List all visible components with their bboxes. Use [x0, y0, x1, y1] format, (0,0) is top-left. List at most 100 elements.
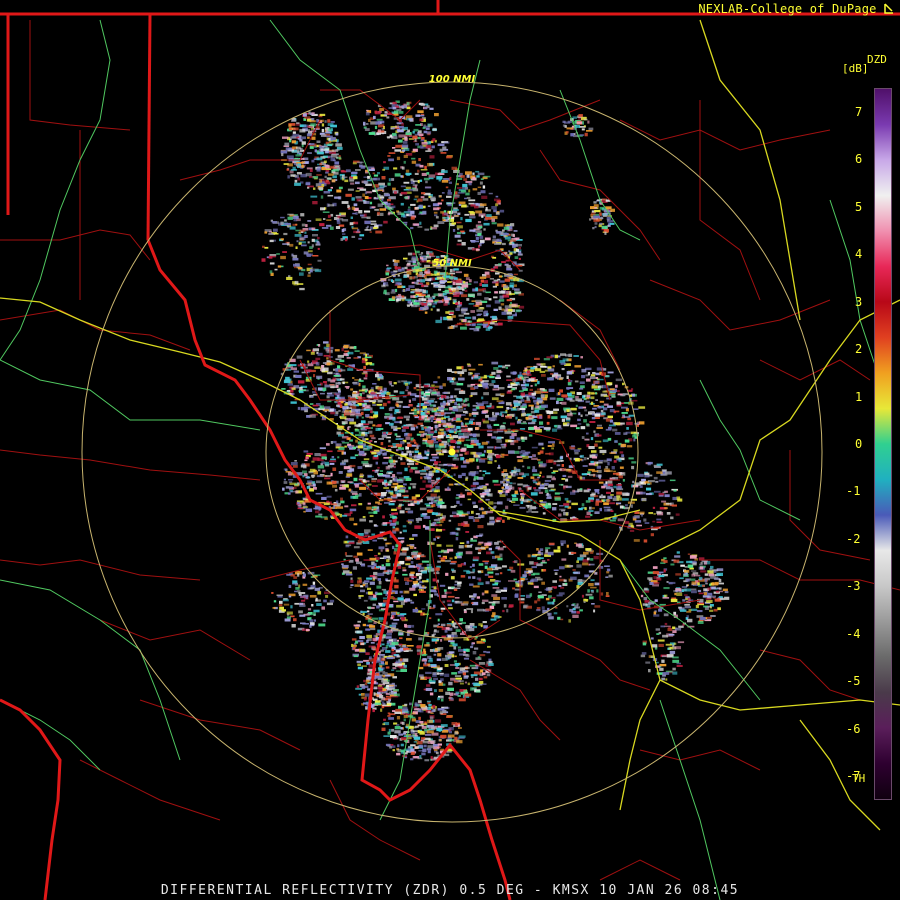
- echo-pixel: [614, 455, 620, 459]
- echo-pixel: [355, 169, 361, 171]
- echo-pixel: [677, 498, 683, 502]
- echo-pixel: [620, 443, 627, 448]
- echo-pixel: [420, 139, 425, 142]
- echo-pixel: [574, 452, 579, 455]
- echo-pixel: [458, 545, 464, 549]
- echo-pixel: [401, 166, 405, 170]
- echo-pixel: [454, 234, 461, 238]
- echo-pixel: [479, 243, 482, 247]
- echo-pixel: [378, 581, 382, 585]
- echo-pixel: [529, 506, 536, 510]
- echo-pixel: [283, 468, 287, 471]
- echo-pixel: [412, 534, 418, 537]
- echo-pixel: [484, 546, 489, 549]
- echo-pixel: [283, 478, 286, 481]
- echo-pixel: [593, 215, 601, 219]
- radar-map[interactable]: 50 NMI 100 NMI: [0, 0, 900, 900]
- echo-pixel: [376, 506, 380, 510]
- echo-pixel: [451, 568, 455, 571]
- echo-pixel: [600, 592, 604, 596]
- echo-pixel: [515, 291, 521, 294]
- echo-pixel: [435, 486, 440, 490]
- echo-pixel: [414, 525, 421, 529]
- echo-pixel: [415, 607, 418, 609]
- echo-pixel: [419, 145, 424, 149]
- echo-pixel: [428, 472, 434, 476]
- echo-pixel: [344, 565, 348, 568]
- echo-pixel: [342, 233, 346, 235]
- echo-pixel: [613, 460, 617, 463]
- echo-pixel: [416, 445, 419, 449]
- echo-pixel: [423, 426, 427, 429]
- echo-pixel: [439, 443, 444, 446]
- echo-pixel: [570, 424, 578, 428]
- echo-pixel: [356, 552, 363, 556]
- echo-pixel: [283, 163, 289, 165]
- echo-pixel: [373, 196, 377, 199]
- echo-pixel: [460, 326, 467, 330]
- echo-pixel: [531, 566, 537, 569]
- echo-pixel: [525, 416, 529, 420]
- echo-pixel: [341, 347, 344, 352]
- echo-pixel: [471, 376, 474, 380]
- echo-pixel: [306, 476, 310, 479]
- echo-pixel: [320, 195, 324, 199]
- echo-pixel: [623, 402, 629, 404]
- echo-pixel: [460, 308, 468, 312]
- echo-pixel: [409, 469, 413, 473]
- echo-pixel: [616, 491, 623, 495]
- echo-pixel: [452, 511, 457, 515]
- echo-pixel: [489, 278, 494, 280]
- echo-pixel: [301, 141, 306, 145]
- echo-pixel: [450, 576, 455, 580]
- echo-pixel: [518, 269, 523, 272]
- echo-pixel: [581, 436, 585, 439]
- echo-pixel: [493, 596, 500, 601]
- echo-pixel: [464, 403, 469, 407]
- echo-pixel: [474, 517, 481, 519]
- echo-pixel: [433, 404, 437, 407]
- echo-pixel: [540, 594, 547, 596]
- echo-pixel: [484, 310, 488, 314]
- echo-pixel: [403, 160, 406, 164]
- echo-pixel: [494, 243, 501, 245]
- echo-pixel: [491, 281, 496, 284]
- echo-pixel: [456, 441, 462, 445]
- echo-pixel: [603, 459, 608, 463]
- echo-pixel: [347, 402, 353, 406]
- echo-pixel: [513, 273, 518, 276]
- echo-pixel: [447, 189, 451, 193]
- echo-pixel: [626, 421, 633, 426]
- echo-pixel: [473, 414, 477, 418]
- echo-pixel: [311, 136, 316, 140]
- echo-pixel: [316, 126, 320, 130]
- echo-pixel: [529, 416, 533, 418]
- echo-pixel: [351, 197, 355, 201]
- echo-pixel: [299, 129, 306, 133]
- echo-pixel: [394, 518, 397, 522]
- echo-pixel: [403, 590, 410, 594]
- echo-pixel: [327, 143, 334, 146]
- echo-pixel: [306, 452, 313, 455]
- echo-pixel: [344, 403, 348, 406]
- echo-pixel: [396, 449, 403, 451]
- echo-pixel: [388, 407, 393, 411]
- echo-pixel: [379, 406, 385, 410]
- echo-pixel: [468, 576, 471, 579]
- echo-pixel: [301, 144, 304, 148]
- echo-pixel: [459, 374, 462, 377]
- echo-pixel: [471, 597, 475, 600]
- echo-pixel: [664, 494, 670, 498]
- echo-pixel: [426, 564, 432, 566]
- echo-pixel: [590, 579, 595, 582]
- echo-pixel: [321, 149, 324, 152]
- echo-pixel: [550, 597, 556, 599]
- echo-pixel: [375, 461, 378, 465]
- echo-pixel: [311, 474, 315, 478]
- echo-pixel: [647, 483, 651, 486]
- echo-pixel: [442, 600, 446, 604]
- echo-pixel: [553, 462, 557, 465]
- echo-pixel: [385, 563, 391, 567]
- echo-pixel: [576, 427, 580, 430]
- echo-pixel: [535, 405, 540, 409]
